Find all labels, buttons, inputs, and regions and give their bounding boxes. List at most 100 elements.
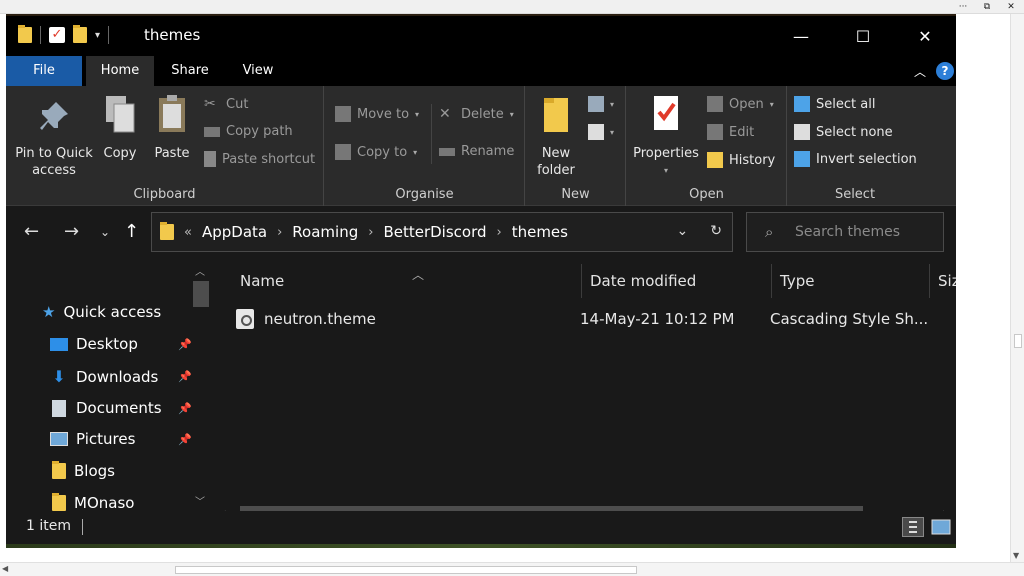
column-header-size[interactable]: Size bbox=[930, 264, 956, 298]
select-all-button[interactable]: Select all bbox=[794, 96, 875, 112]
refresh-icon[interactable]: ↻ bbox=[710, 223, 722, 239]
sidebar-item-downloads[interactable]: ⬇ Downloads 📌 bbox=[50, 367, 196, 386]
sidebar-item-pictures[interactable]: Pictures 📌 bbox=[50, 430, 196, 448]
easy-access-button[interactable]: ▾ bbox=[588, 124, 614, 140]
file-explorer-window: ✓ ▾ themes — ☐ ✕ File Home Share View ︿ … bbox=[6, 16, 956, 544]
pin-to-quick-access-button[interactable]: Pin to Quick access bbox=[14, 100, 94, 179]
delete-button[interactable]: ✕ Delete ▾ bbox=[439, 106, 514, 122]
more-icon[interactable]: ··· bbox=[956, 2, 970, 12]
new-folder-label-line2: folder bbox=[537, 163, 575, 178]
scroll-down-arrow-icon[interactable]: ﹀ bbox=[195, 493, 205, 508]
column-header-name[interactable]: ︿ Name bbox=[232, 264, 582, 298]
edit-button[interactable]: Edit bbox=[707, 124, 754, 140]
open-button[interactable]: Open ▾ bbox=[707, 96, 774, 112]
folder-icon bbox=[52, 493, 66, 511]
up-arrow-icon[interactable]: ↑ bbox=[124, 221, 139, 242]
restore-icon[interactable]: ⧉ bbox=[980, 2, 994, 12]
sidebar-item-blogs[interactable]: Blogs bbox=[52, 461, 115, 480]
delete-label: Delete bbox=[461, 106, 504, 122]
navigation-pane-scroll-thumb[interactable] bbox=[193, 281, 209, 307]
copy-button[interactable]: Copy bbox=[98, 94, 142, 162]
paste-button[interactable]: Paste bbox=[150, 94, 194, 162]
window-title: themes bbox=[144, 26, 201, 44]
forward-arrow-icon[interactable]: → bbox=[64, 221, 79, 242]
new-item-icon bbox=[588, 96, 604, 112]
pin-icon[interactable]: 📌 bbox=[178, 433, 192, 446]
breadcrumb-themes[interactable]: themes bbox=[512, 223, 568, 241]
recent-locations-chevron-icon[interactable]: ⌄ bbox=[100, 225, 110, 239]
viewer-horizontal-scrollbar[interactable]: ◀ bbox=[0, 562, 1024, 576]
history-button[interactable]: History bbox=[707, 152, 775, 168]
maximize-button[interactable]: ☐ bbox=[832, 16, 894, 56]
tab-home[interactable]: Home bbox=[86, 56, 154, 86]
close-icon[interactable]: ✕ bbox=[1004, 2, 1018, 12]
invert-selection-button[interactable]: Invert selection bbox=[794, 151, 917, 167]
chevron-down-icon[interactable]: ▾ bbox=[95, 30, 100, 41]
sidebar-item-monaso[interactable]: MOnaso bbox=[52, 493, 134, 512]
new-folder-icon[interactable] bbox=[73, 25, 87, 43]
select-all-label: Select all bbox=[816, 96, 876, 112]
scissors-icon: ✂ bbox=[204, 96, 216, 112]
tab-share[interactable]: Share bbox=[162, 56, 218, 86]
paste-shortcut-icon bbox=[204, 151, 216, 167]
new-item-button[interactable]: ▾ bbox=[588, 96, 614, 112]
cut-button[interactable]: ✂ Cut bbox=[204, 96, 248, 112]
chevron-down-icon: ▾ bbox=[610, 127, 615, 137]
address-dropdown-chevron-icon[interactable]: ⌄ bbox=[677, 223, 689, 239]
chevron-right-icon[interactable]: › bbox=[497, 225, 502, 240]
chevron-right-icon[interactable]: › bbox=[277, 225, 282, 240]
select-none-button[interactable]: Select none bbox=[794, 124, 893, 140]
divider bbox=[82, 519, 83, 535]
sidebar-item-desktop[interactable]: Desktop 📌 bbox=[50, 335, 196, 353]
tab-file[interactable]: File bbox=[6, 56, 82, 86]
table-row[interactable]: neutron.theme 14-May-21 10:12 PM Cascadi… bbox=[236, 305, 948, 333]
minimize-button[interactable]: — bbox=[770, 16, 832, 56]
copy-icon bbox=[106, 96, 135, 133]
sidebar-item-label: Downloads bbox=[76, 367, 159, 386]
search-input[interactable] bbox=[795, 222, 935, 242]
scroll-left-arrow-icon[interactable]: ◀ bbox=[2, 564, 8, 573]
pin-icon[interactable]: 📌 bbox=[178, 338, 192, 351]
sidebar-item-documents[interactable]: Documents 📌 bbox=[50, 399, 196, 417]
chevron-right-icon[interactable]: › bbox=[368, 225, 373, 240]
scroll-up-arrow-icon[interactable]: ︿ bbox=[195, 263, 205, 278]
close-button[interactable]: ✕ bbox=[894, 16, 956, 56]
move-to-label: Move to bbox=[357, 106, 410, 122]
details-view-button[interactable] bbox=[902, 517, 924, 537]
navigation-pane-scrollbar[interactable]: ︿ ﹀ bbox=[192, 259, 210, 509]
back-arrow-icon[interactable]: ← bbox=[24, 221, 39, 242]
pin-icon[interactable]: 📌 bbox=[178, 370, 192, 383]
column-header-type[interactable]: Type bbox=[772, 264, 930, 298]
sidebar-item-label: Quick access bbox=[63, 303, 162, 321]
collapse-ribbon-chevron-icon[interactable]: ︿ bbox=[914, 63, 926, 80]
viewer-vertical-scrollbar[interactable]: ▼ bbox=[1010, 14, 1024, 562]
help-icon[interactable]: ? bbox=[936, 62, 954, 80]
viewer-horizontal-scroll-thumb[interactable] bbox=[175, 566, 637, 574]
hidden-crumbs-icon[interactable]: « bbox=[184, 225, 192, 240]
column-header-date-modified[interactable]: Date modified bbox=[582, 264, 772, 298]
new-folder-label-line1: New bbox=[541, 146, 571, 161]
rename-button[interactable]: Rename bbox=[439, 144, 514, 159]
address-bar[interactable]: « AppData › Roaming › BetterDiscord › th… bbox=[151, 212, 733, 252]
breadcrumb-appdata[interactable]: AppData bbox=[202, 223, 267, 241]
viewer-vertical-scroll-thumb[interactable] bbox=[1014, 334, 1022, 348]
chevron-down-icon: ▾ bbox=[769, 99, 774, 109]
pin-icon[interactable]: 📌 bbox=[178, 402, 192, 415]
breadcrumb-betterdiscord[interactable]: BetterDiscord bbox=[383, 223, 486, 241]
move-to-button[interactable]: Move to ▾ bbox=[335, 106, 419, 122]
search-box[interactable]: ⌕ bbox=[746, 212, 944, 252]
copy-path-button[interactable]: Copy path bbox=[204, 124, 293, 139]
breadcrumb-roaming[interactable]: Roaming bbox=[292, 223, 358, 241]
properties-button[interactable]: Properties ▾ bbox=[631, 94, 701, 179]
invert-selection-icon bbox=[794, 151, 810, 167]
file-name: neutron.theme bbox=[264, 310, 376, 328]
paste-shortcut-button[interactable]: Paste shortcut bbox=[204, 151, 315, 167]
properties-check-icon[interactable]: ✓ bbox=[49, 27, 65, 43]
large-icons-view-button[interactable] bbox=[930, 517, 952, 537]
sidebar-item-quick-access[interactable]: ★ Quick access bbox=[42, 303, 161, 321]
tab-view[interactable]: View bbox=[232, 56, 284, 86]
status-bar: 1 item bbox=[6, 511, 956, 544]
scroll-down-arrow-icon[interactable]: ▼ bbox=[1013, 551, 1019, 560]
new-folder-button[interactable]: New folder bbox=[532, 94, 580, 179]
copy-to-button[interactable]: Copy to ▾ bbox=[335, 144, 417, 160]
